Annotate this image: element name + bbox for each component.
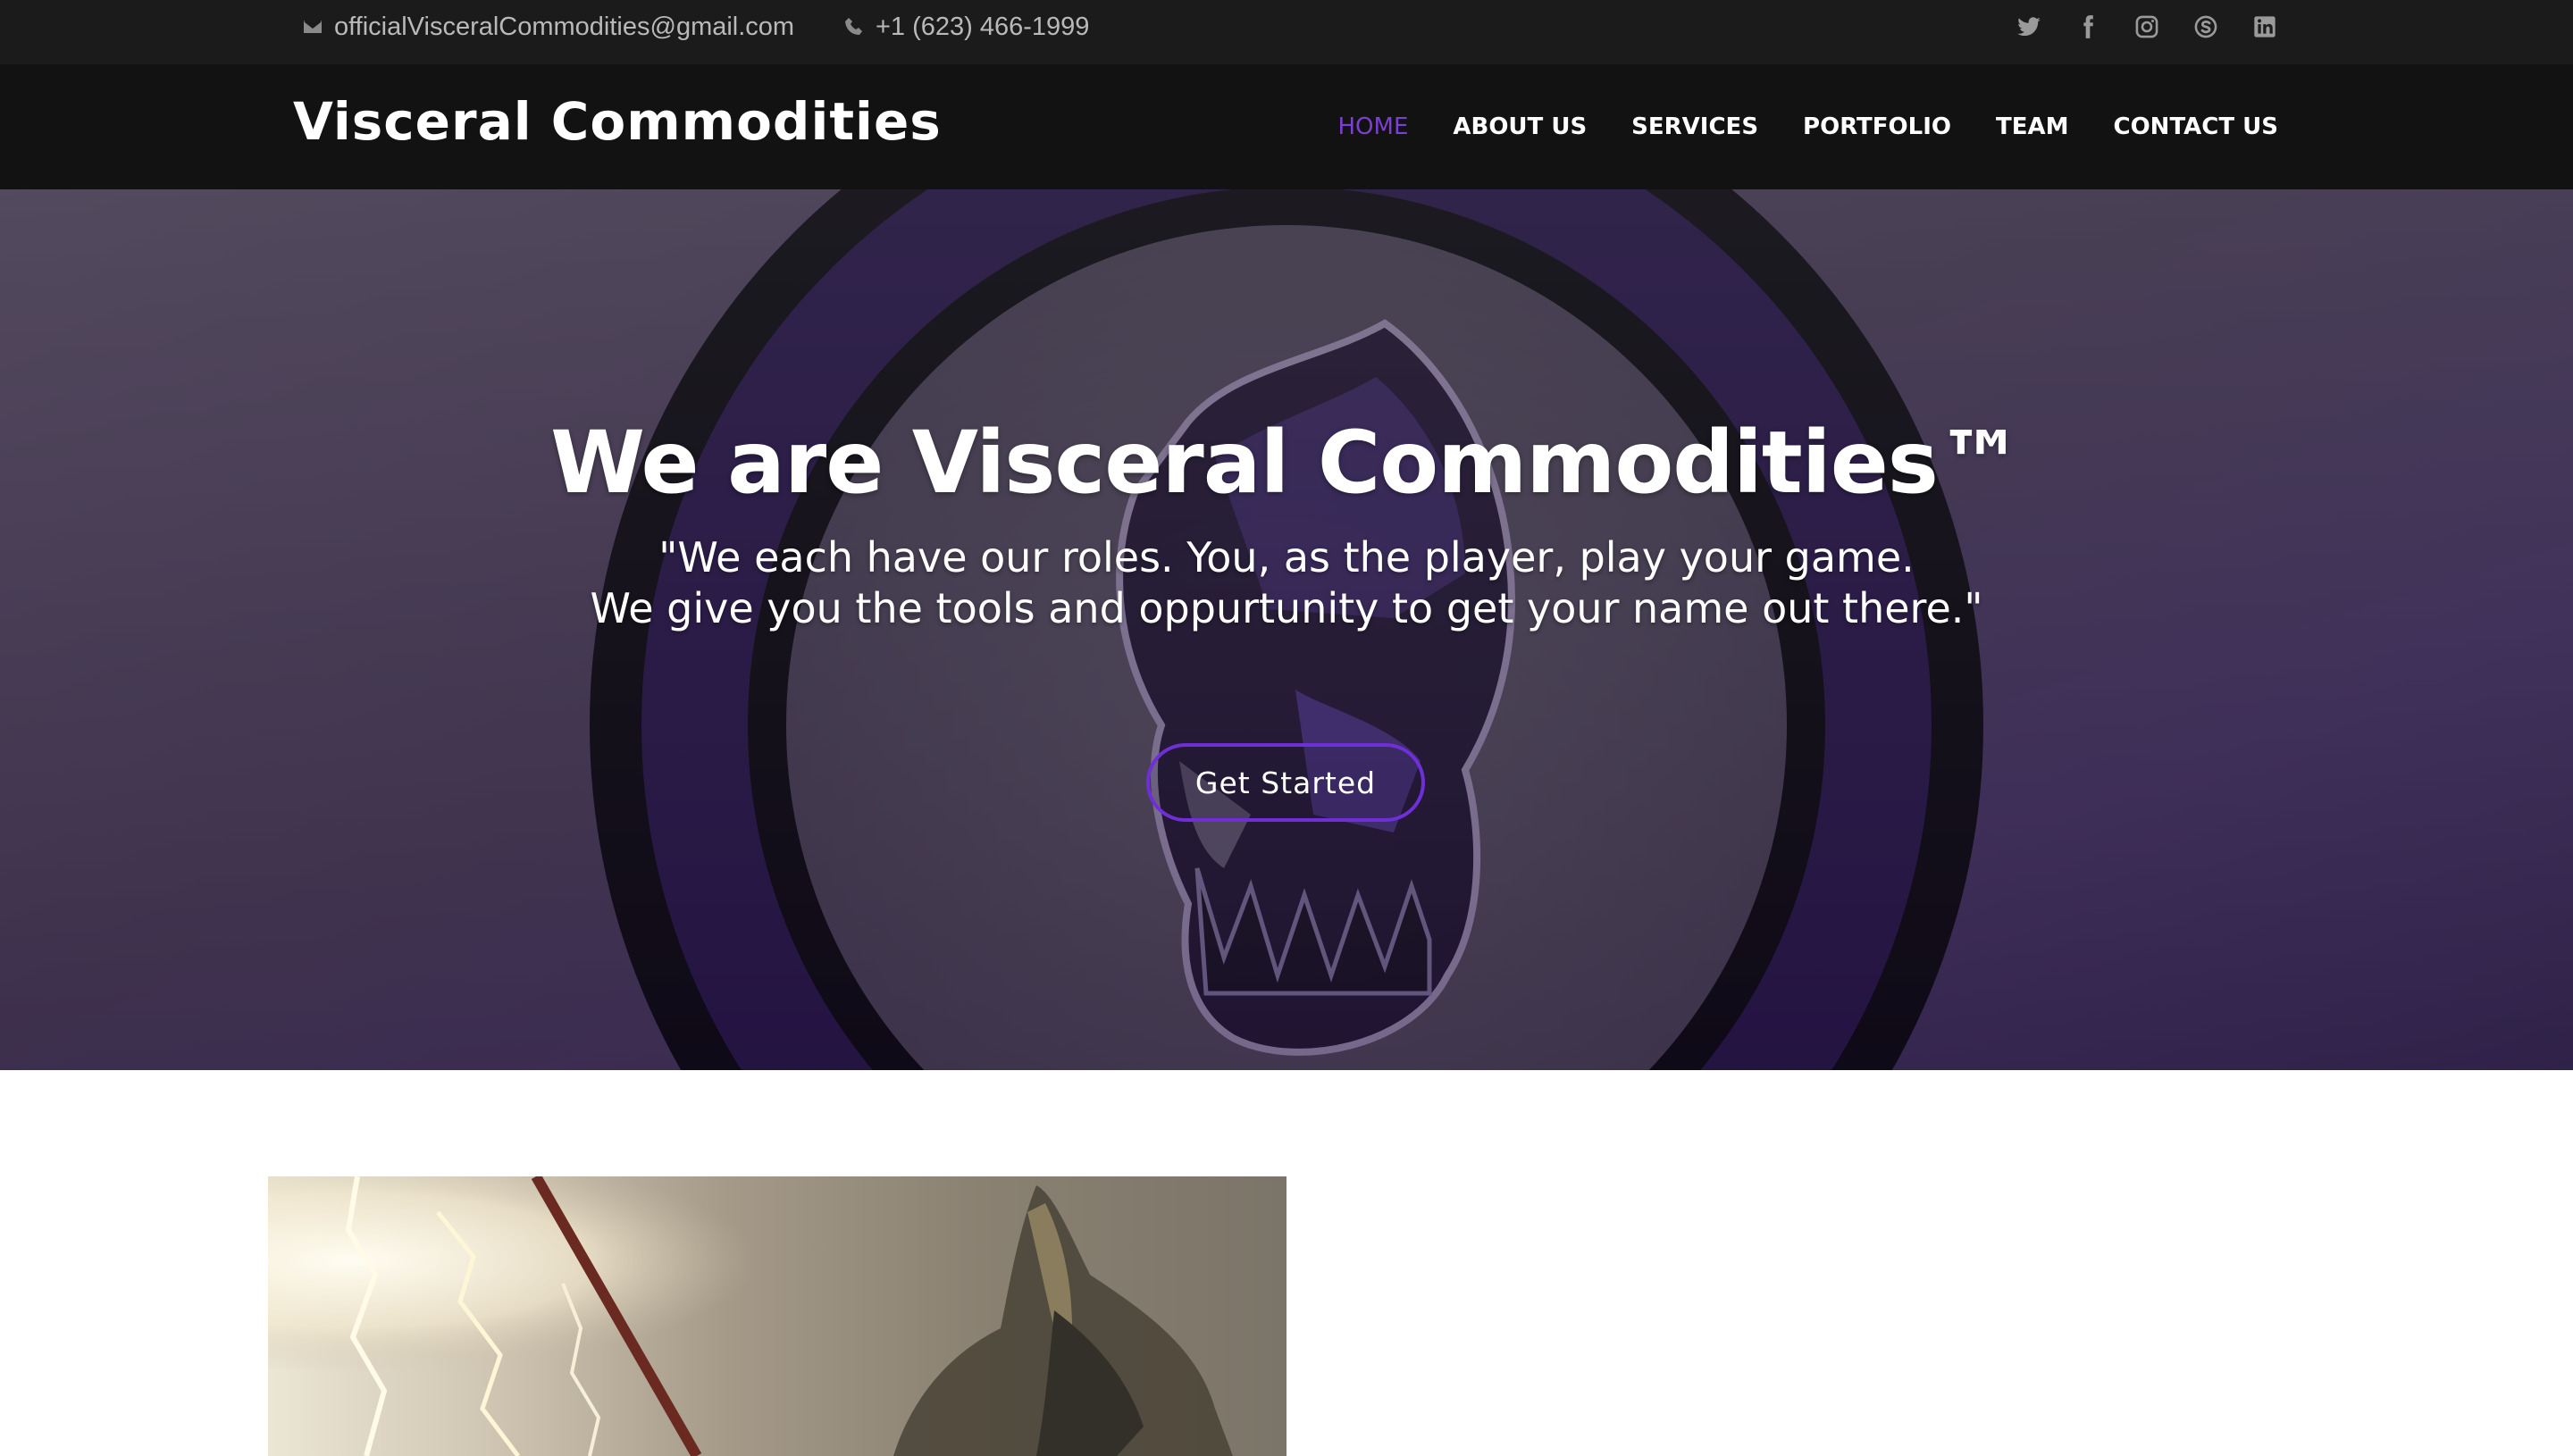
- nav-services[interactable]: SERVICES: [1631, 113, 1758, 140]
- nav-about-us[interactable]: ABOUT US: [1453, 113, 1587, 140]
- social-links: [2016, 11, 2278, 43]
- nav-contact-us[interactable]: CONTACT US: [2114, 113, 2279, 140]
- hero-title: We are Visceral Commodities™: [550, 413, 2024, 513]
- phone-contact[interactable]: +1 (623) 466-1999: [843, 0, 1089, 54]
- twitter-icon[interactable]: [2016, 13, 2042, 40]
- lightning-artwork: [268, 1176, 1286, 1456]
- nav-team[interactable]: TEAM: [1996, 113, 2069, 140]
- nav-home[interactable]: HOME: [1338, 113, 1409, 140]
- email-contact[interactable]: officialVisceralCommodities@gmail.com: [302, 0, 794, 54]
- get-started-button[interactable]: Get Started: [1146, 743, 1425, 822]
- email-text[interactable]: officialVisceralCommodities@gmail.com: [334, 13, 794, 42]
- hero-quote-line-1: "We each have our roles. You, as the pla…: [658, 533, 1915, 582]
- phone-icon: [845, 18, 862, 35]
- facebook-icon[interactable]: [2074, 13, 2101, 40]
- site-logo[interactable]: Visceral Commodities: [293, 91, 942, 152]
- phone-text[interactable]: +1 (623) 466-1999: [876, 13, 1089, 42]
- hero-section: We are Visceral Commodities™ "We each ha…: [0, 189, 2573, 1070]
- main-navigation: HOME ABOUT US SERVICES PORTFOLIO TEAM CO…: [1338, 64, 2279, 189]
- linkedin-icon[interactable]: [2251, 13, 2278, 40]
- hero-quote-line-2: We give you the tools and oppurtunity to…: [590, 584, 1983, 632]
- instagram-icon[interactable]: [2133, 13, 2160, 40]
- hero-quote: "We each have our roles. You, as the pla…: [0, 532, 2573, 634]
- envelope-icon: [304, 21, 322, 33]
- skype-icon[interactable]: [2192, 13, 2219, 40]
- top-contact-bar: officialVisceralCommodities@gmail.com +1…: [0, 0, 2573, 64]
- nav-portfolio[interactable]: PORTFOLIO: [1803, 113, 1951, 140]
- site-header: Visceral Commodities HOME ABOUT US SERVI…: [0, 64, 2573, 189]
- lightning-warrior-image: [268, 1176, 1286, 1456]
